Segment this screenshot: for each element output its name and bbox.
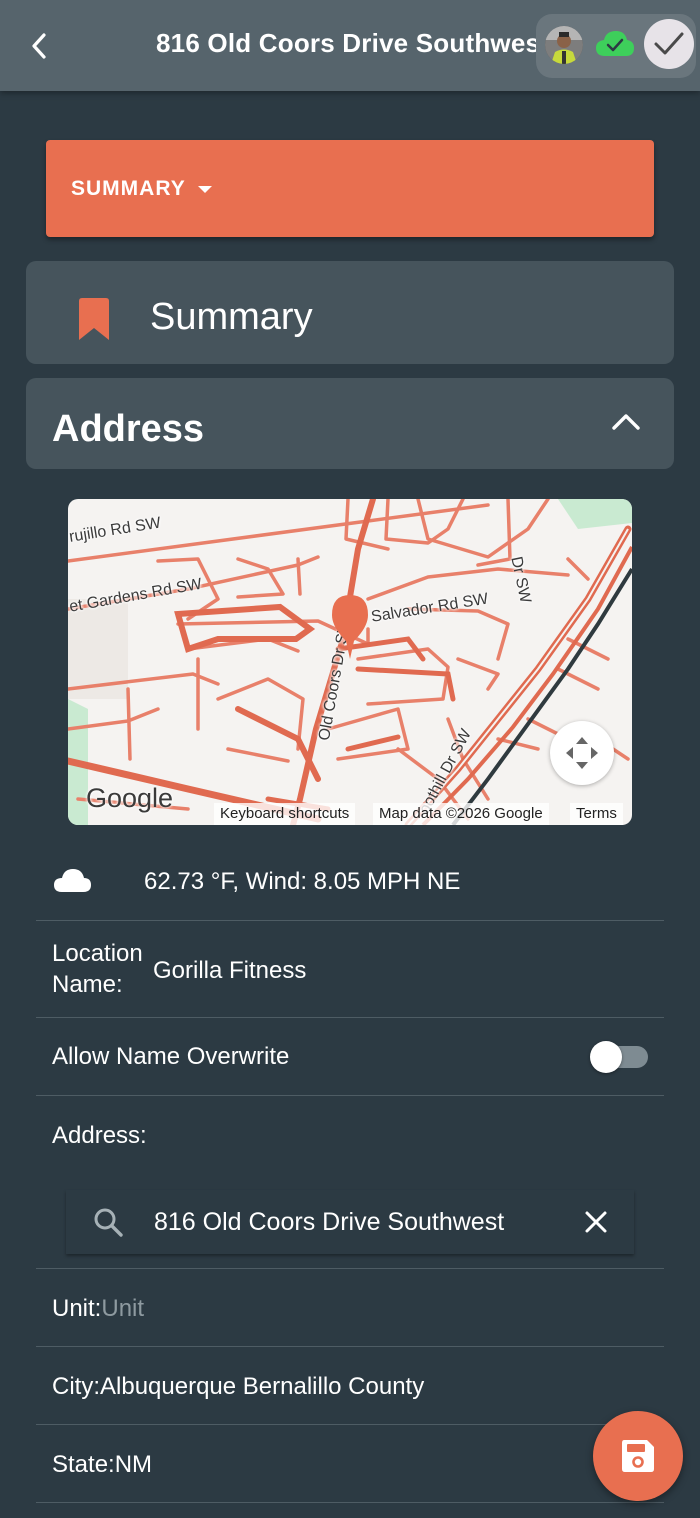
confirm-button[interactable] [644,19,694,69]
city-field[interactable]: City:Albuquerque Bernalillo County [52,1373,424,1401]
map-roads [68,499,632,825]
state-field[interactable]: State:NM [52,1451,152,1479]
check-icon [654,32,684,55]
unit-label: Unit: [52,1295,102,1322]
location-map[interactable]: rujillo Rd SW et Gardens Rd SW Salvador … [68,499,632,825]
keyboard-shortcuts-link[interactable]: Keyboard shortcuts [214,803,356,825]
location-name-label-line2: Name: [52,971,123,998]
top-app-bar: 816 Old Coors Drive Southwest [0,0,700,91]
location-name-label-line1: Location [52,940,143,967]
bookmark-icon [79,298,109,340]
save-icon [622,1440,654,1472]
save-button[interactable] [593,1411,683,1501]
close-icon[interactable] [580,1206,612,1238]
section-dropdown[interactable]: SUMMARY [46,140,654,237]
city-label: City: [52,1373,100,1400]
back-button[interactable] [22,28,56,64]
terms-link[interactable]: Terms [570,803,623,825]
divider [36,1424,664,1425]
address-search-input[interactable] [154,1204,554,1240]
address-search-box [66,1190,634,1254]
location-name-label: Location Name: [52,938,143,1000]
section-dropdown-label: SUMMARY [71,176,186,200]
allow-name-overwrite-label: Allow Name Overwrite [52,1043,290,1070]
divider [36,1502,664,1503]
address-label: Address: [52,1122,147,1149]
city-value: Albuquerque Bernalillo County [100,1373,425,1400]
divider [36,1346,664,1347]
page-title: 816 Old Coors Drive Southwest [156,28,546,58]
weather-text: 62.73 °F, Wind: 8.05 MPH NE [144,868,461,895]
unit-placeholder: Unit [101,1295,145,1322]
address-section-title: Address [52,408,205,450]
state-value: NM [114,1451,153,1478]
divider [36,920,664,921]
summary-section-header[interactable]: Summary [26,261,674,364]
fullscreen-icon [566,737,598,769]
toggle-thumb [590,1041,622,1073]
avatar[interactable] [545,26,583,64]
chevron-left-icon [32,33,46,59]
chevron-up-icon[interactable] [610,411,642,433]
search-icon [94,1208,123,1237]
divider [36,1095,664,1096]
cloud-check-icon [596,31,634,56]
summary-section-title: Summary [150,296,313,338]
map-fullscreen-button[interactable] [550,721,614,785]
address-section-header[interactable]: Address [26,378,674,469]
divider [36,1268,664,1269]
location-name-value[interactable]: Gorilla Fitness [153,957,306,985]
unit-field[interactable]: Unit:Unit [52,1295,144,1323]
caret-down-icon [197,186,212,193]
map-data-attribution: Map data ©2026 Google [373,803,549,825]
divider [36,1017,664,1018]
cloud-icon [54,869,91,892]
state-label: State: [52,1451,115,1478]
google-logo: Google [86,783,174,813]
map-pin-icon [332,595,368,659]
allow-name-overwrite-toggle[interactable] [590,1040,650,1074]
